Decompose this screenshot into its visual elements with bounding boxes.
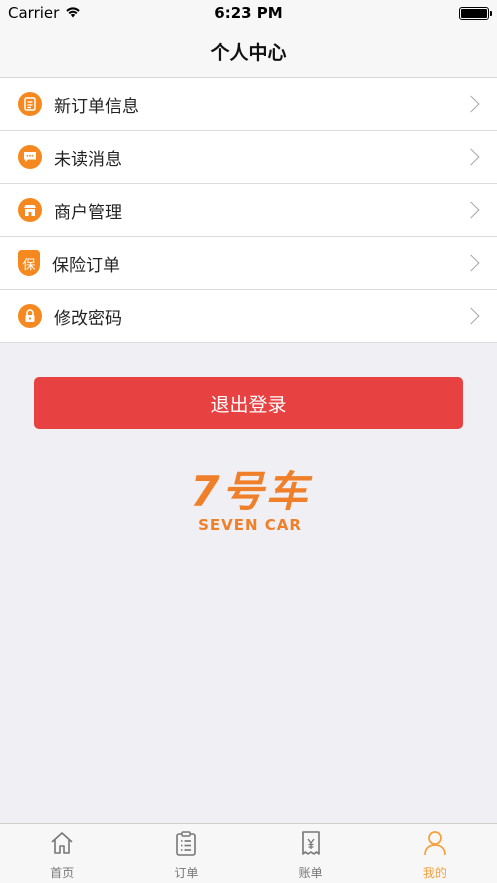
status-bar: Carrier 6:23 PM xyxy=(0,0,497,26)
tab-label: 我的 xyxy=(422,866,447,880)
shield-icon: 保 xyxy=(18,250,40,276)
menu-item-change-password[interactable]: 修改密码 xyxy=(0,290,497,343)
tab-orders[interactable]: 订单 xyxy=(124,824,248,883)
chevron-right-icon xyxy=(462,307,480,325)
document-icon xyxy=(18,92,42,116)
menu-item-label: 修改密码 xyxy=(54,308,122,329)
tab-label: 账单 xyxy=(298,866,323,880)
chevron-right-icon xyxy=(462,201,480,219)
home-icon xyxy=(48,829,76,861)
shop-icon xyxy=(18,198,42,222)
status-left: Carrier xyxy=(8,4,81,22)
tab-mine[interactable]: 我的 xyxy=(373,824,497,883)
menu-item-label: 新订单信息 xyxy=(54,96,139,117)
menu-item-merchant-management[interactable]: 商户管理 xyxy=(0,184,497,237)
tab-label: 首页 xyxy=(50,866,75,880)
menu-list: 新订单信息 未读消息 商户管理 保 保险订单 修改密码 xyxy=(0,78,497,343)
chevron-right-icon xyxy=(462,254,480,272)
wifi-icon xyxy=(65,4,81,22)
clipboard-icon xyxy=(172,829,200,861)
menu-item-unread-messages[interactable]: 未读消息 xyxy=(0,131,497,184)
menu-item-new-orders[interactable]: 新订单信息 xyxy=(0,78,497,131)
menu-item-insurance-orders[interactable]: 保 保险订单 xyxy=(0,237,497,290)
person-icon xyxy=(421,829,449,861)
tab-bills[interactable]: 账单 xyxy=(249,824,373,883)
menu-item-label: 未读消息 xyxy=(54,149,122,170)
battery-icon xyxy=(459,6,492,20)
brand-logo: 7号车 SEVEN CAR xyxy=(170,467,330,535)
logout-button[interactable]: 退出登录 xyxy=(34,377,463,429)
nav-bar: 个人中心 xyxy=(0,26,497,78)
tab-bar: 首页 订单 账单 我的 xyxy=(0,823,497,883)
lock-icon xyxy=(18,304,42,328)
receipt-icon xyxy=(297,829,325,861)
carrier-label: Carrier xyxy=(8,4,60,22)
chevron-right-icon xyxy=(462,148,480,166)
tab-label: 订单 xyxy=(174,866,199,880)
tab-home[interactable]: 首页 xyxy=(0,824,124,883)
message-icon xyxy=(18,145,42,169)
menu-item-label: 商户管理 xyxy=(54,202,122,223)
page-title: 个人中心 xyxy=(210,42,287,64)
chevron-right-icon xyxy=(462,95,480,113)
brand-logo-sub: SEVEN CAR xyxy=(198,516,302,534)
menu-item-label: 保险订单 xyxy=(52,255,120,276)
brand-logo-main: 7号车 xyxy=(190,467,310,516)
